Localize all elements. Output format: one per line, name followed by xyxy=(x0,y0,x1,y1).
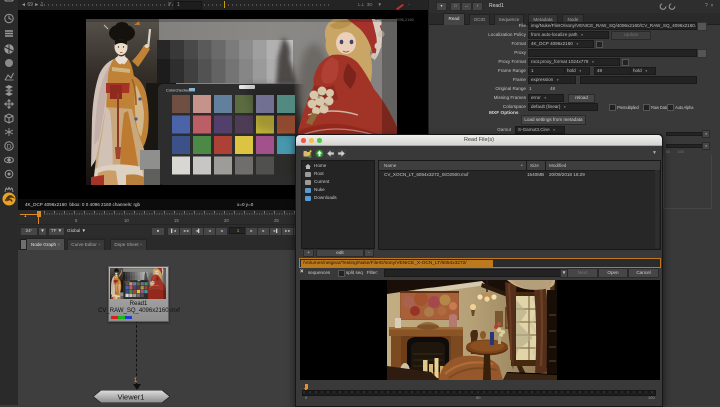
svg-text:Viewer1: Viewer1 xyxy=(118,393,145,402)
svg-text:D: D xyxy=(7,144,12,151)
